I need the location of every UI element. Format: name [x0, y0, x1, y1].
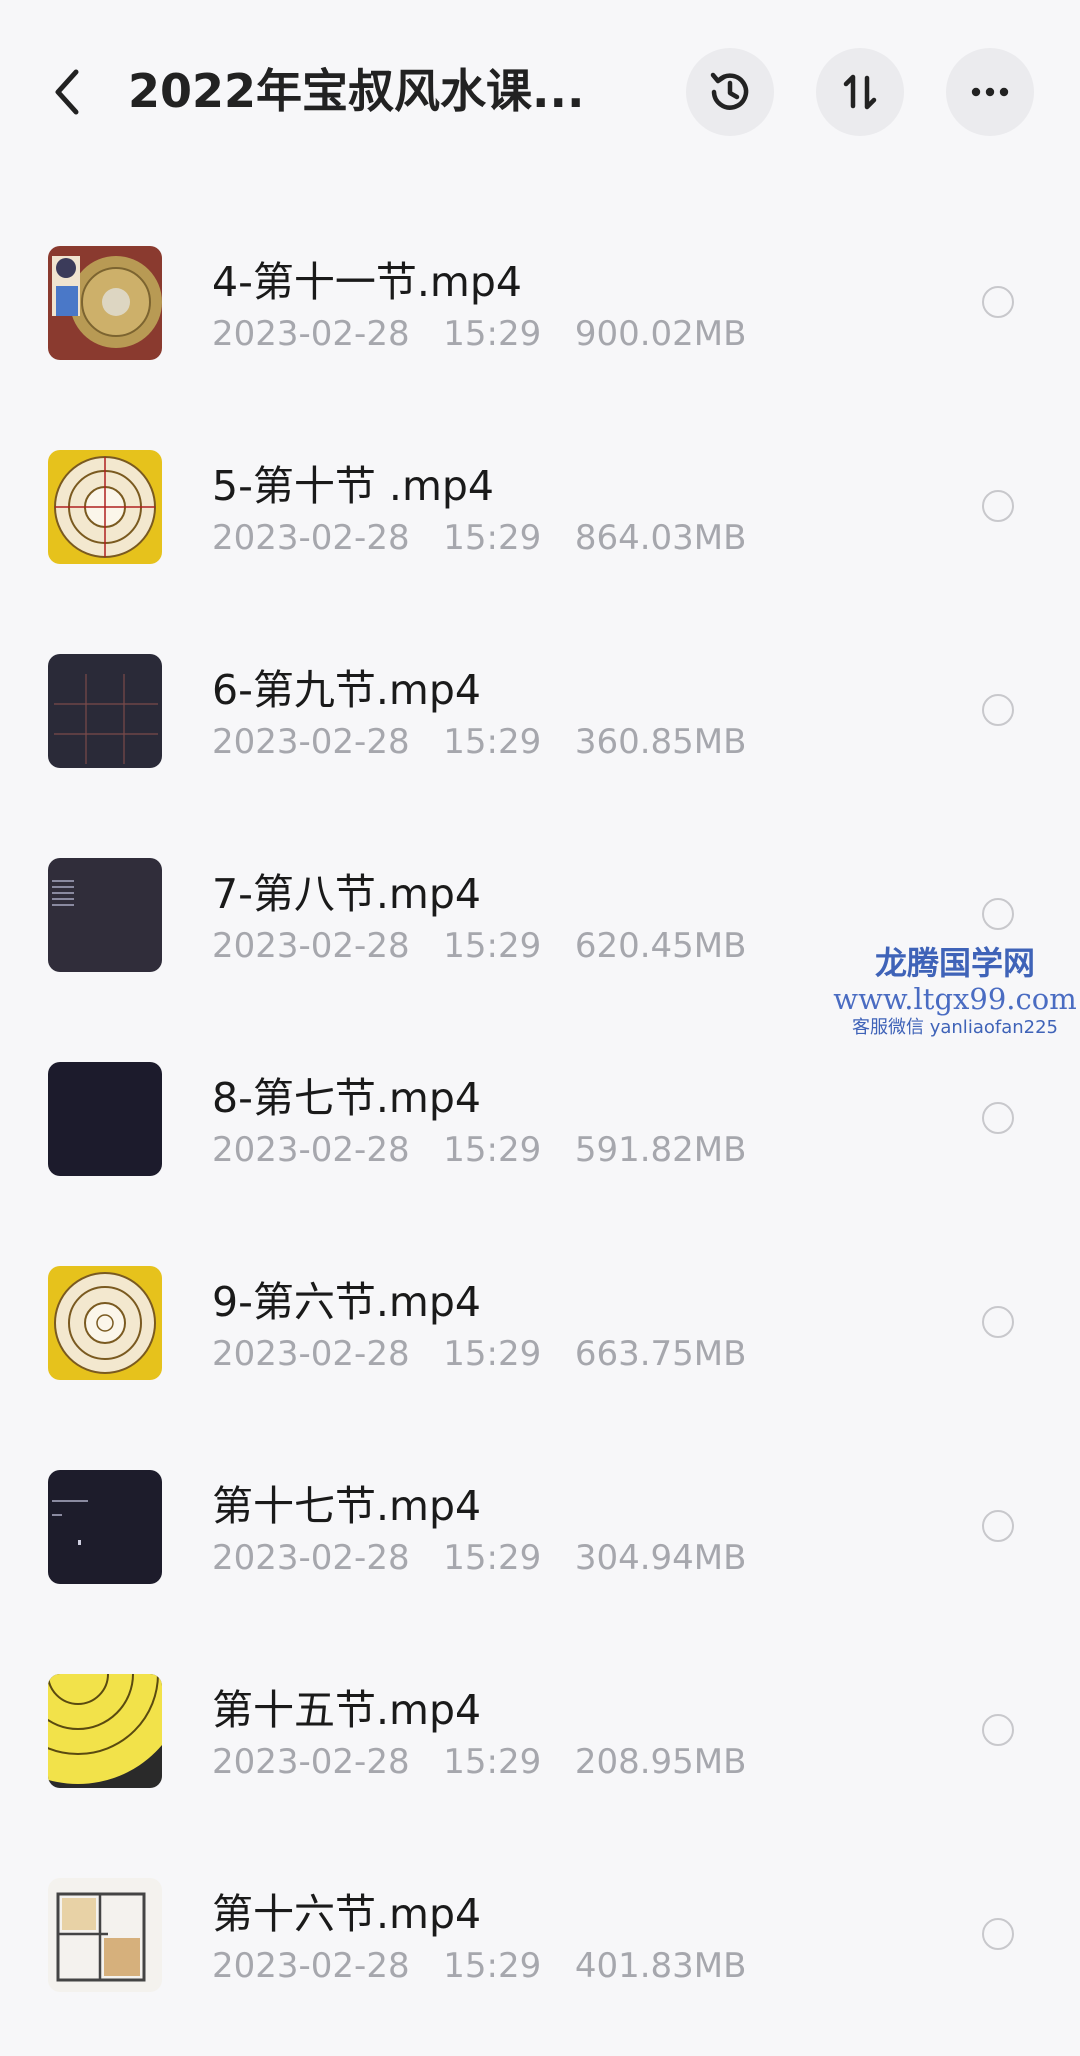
video-thumbnail	[48, 1266, 162, 1380]
file-meta: 2023-02-28 15:29 401.83MB	[212, 1946, 747, 1986]
select-radio[interactable]	[982, 1918, 1014, 1950]
history-clock-icon	[710, 72, 749, 110]
grid-chart-thumbnail-icon	[48, 654, 162, 768]
select-radio[interactable]	[982, 694, 1014, 726]
file-name: 8-第七节.mp4	[212, 1074, 481, 1122]
list-item[interactable]: 第十五节.mp4 2023-02-28 15:29 208.95MB	[0, 1648, 1080, 1852]
list-item[interactable]: 4-第十一节.mp4 2023-02-28 15:29 900.02MB	[0, 220, 1080, 424]
file-meta: 2023-02-28 15:29 620.45MB	[212, 926, 747, 966]
sort-arrows-icon	[843, 74, 877, 110]
video-thumbnail	[48, 1674, 162, 1788]
video-thumbnail	[48, 858, 162, 972]
file-name: 第十七节.mp4	[212, 1482, 482, 1530]
file-meta: 2023-02-28 15:29 864.03MB	[212, 518, 747, 558]
watermark-url: www.ltgx99.com	[833, 982, 1077, 1017]
video-thumbnail	[48, 246, 162, 360]
select-radio[interactable]	[982, 490, 1014, 522]
file-name: 6-第九节.mp4	[212, 666, 481, 714]
file-name: 9-第六节.mp4	[212, 1278, 481, 1326]
watermark-contact: 客服微信 yanliaofan225	[852, 1017, 1058, 1039]
select-radio[interactable]	[982, 1714, 1014, 1746]
file-meta: 2023-02-28 15:29 304.94MB	[212, 1538, 747, 1578]
list-item[interactable]: 8-第七节.mp4 2023-02-28 15:29 591.82MB	[0, 1036, 1080, 1240]
list-item[interactable]: 第十七节.mp4 2023-02-28 15:29 304.94MB	[0, 1444, 1080, 1648]
select-radio[interactable]	[982, 1102, 1014, 1134]
select-radio[interactable]	[982, 1306, 1014, 1338]
file-name: 5-第十节 .mp4	[212, 462, 494, 510]
file-name: 4-第十一节.mp4	[212, 258, 522, 306]
floor-plan-thumbnail-icon	[48, 1878, 162, 1992]
back-button[interactable]	[46, 60, 90, 124]
chevron-left-icon	[55, 69, 79, 115]
file-name: 第十六节.mp4	[212, 1890, 482, 1938]
luopan-large-thumbnail-icon	[48, 1674, 162, 1788]
watermark-title: 龙腾国学网	[874, 944, 1035, 982]
page-title: 2022年宝叔风水课...	[128, 64, 585, 118]
dark-text-thumbnail-icon	[48, 858, 162, 972]
file-name: 第十五节.mp4	[212, 1686, 482, 1734]
more-button[interactable]	[946, 48, 1034, 136]
select-radio[interactable]	[982, 286, 1014, 318]
list-item[interactable]: 9-第六节.mp4 2023-02-28 15:29 663.75MB	[0, 1240, 1080, 1444]
list-item[interactable]: 5-第十节 .mp4 2023-02-28 15:29 864.03MB	[0, 424, 1080, 628]
video-thumbnail	[48, 1878, 162, 1992]
video-thumbnail	[48, 1062, 162, 1176]
luopan-thumbnail-icon	[48, 450, 162, 564]
file-meta: 2023-02-28 15:29 360.85MB	[212, 722, 747, 762]
file-meta: 2023-02-28 15:29 208.95MB	[212, 1742, 747, 1782]
video-thumbnail	[48, 1470, 162, 1584]
file-meta: 2023-02-28 15:29 591.82MB	[212, 1130, 747, 1170]
compass-thumbnail-icon	[48, 246, 162, 360]
list-item[interactable]: 第十六节.mp4 2023-02-28 15:29 401.83MB	[0, 1852, 1080, 2056]
top-bar: 2022年宝叔风水课...	[0, 0, 1080, 180]
file-meta: 2023-02-28 15:29 663.75MB	[212, 1334, 747, 1374]
dark-thumbnail-icon	[48, 1062, 162, 1176]
video-thumbnail	[48, 450, 162, 564]
history-button[interactable]	[686, 48, 774, 136]
select-radio[interactable]	[982, 898, 1014, 930]
select-radio[interactable]	[982, 1510, 1014, 1542]
file-meta: 2023-02-28 15:29 900.02MB	[212, 314, 747, 354]
file-name: 7-第八节.mp4	[212, 870, 481, 918]
dark-text-thumbnail-icon	[48, 1470, 162, 1584]
luopan-thumbnail-icon	[48, 1266, 162, 1380]
video-thumbnail	[48, 654, 162, 768]
more-dots-icon	[971, 87, 1009, 97]
list-item[interactable]: 6-第九节.mp4 2023-02-28 15:29 360.85MB	[0, 628, 1080, 832]
file-list: 4-第十一节.mp4 2023-02-28 15:29 900.02MB 5-第…	[0, 220, 1080, 2056]
sort-button[interactable]	[816, 48, 904, 136]
watermark: 龙腾国学网 www.ltgx99.com 客服微信 yanliaofan225	[830, 944, 1080, 1039]
